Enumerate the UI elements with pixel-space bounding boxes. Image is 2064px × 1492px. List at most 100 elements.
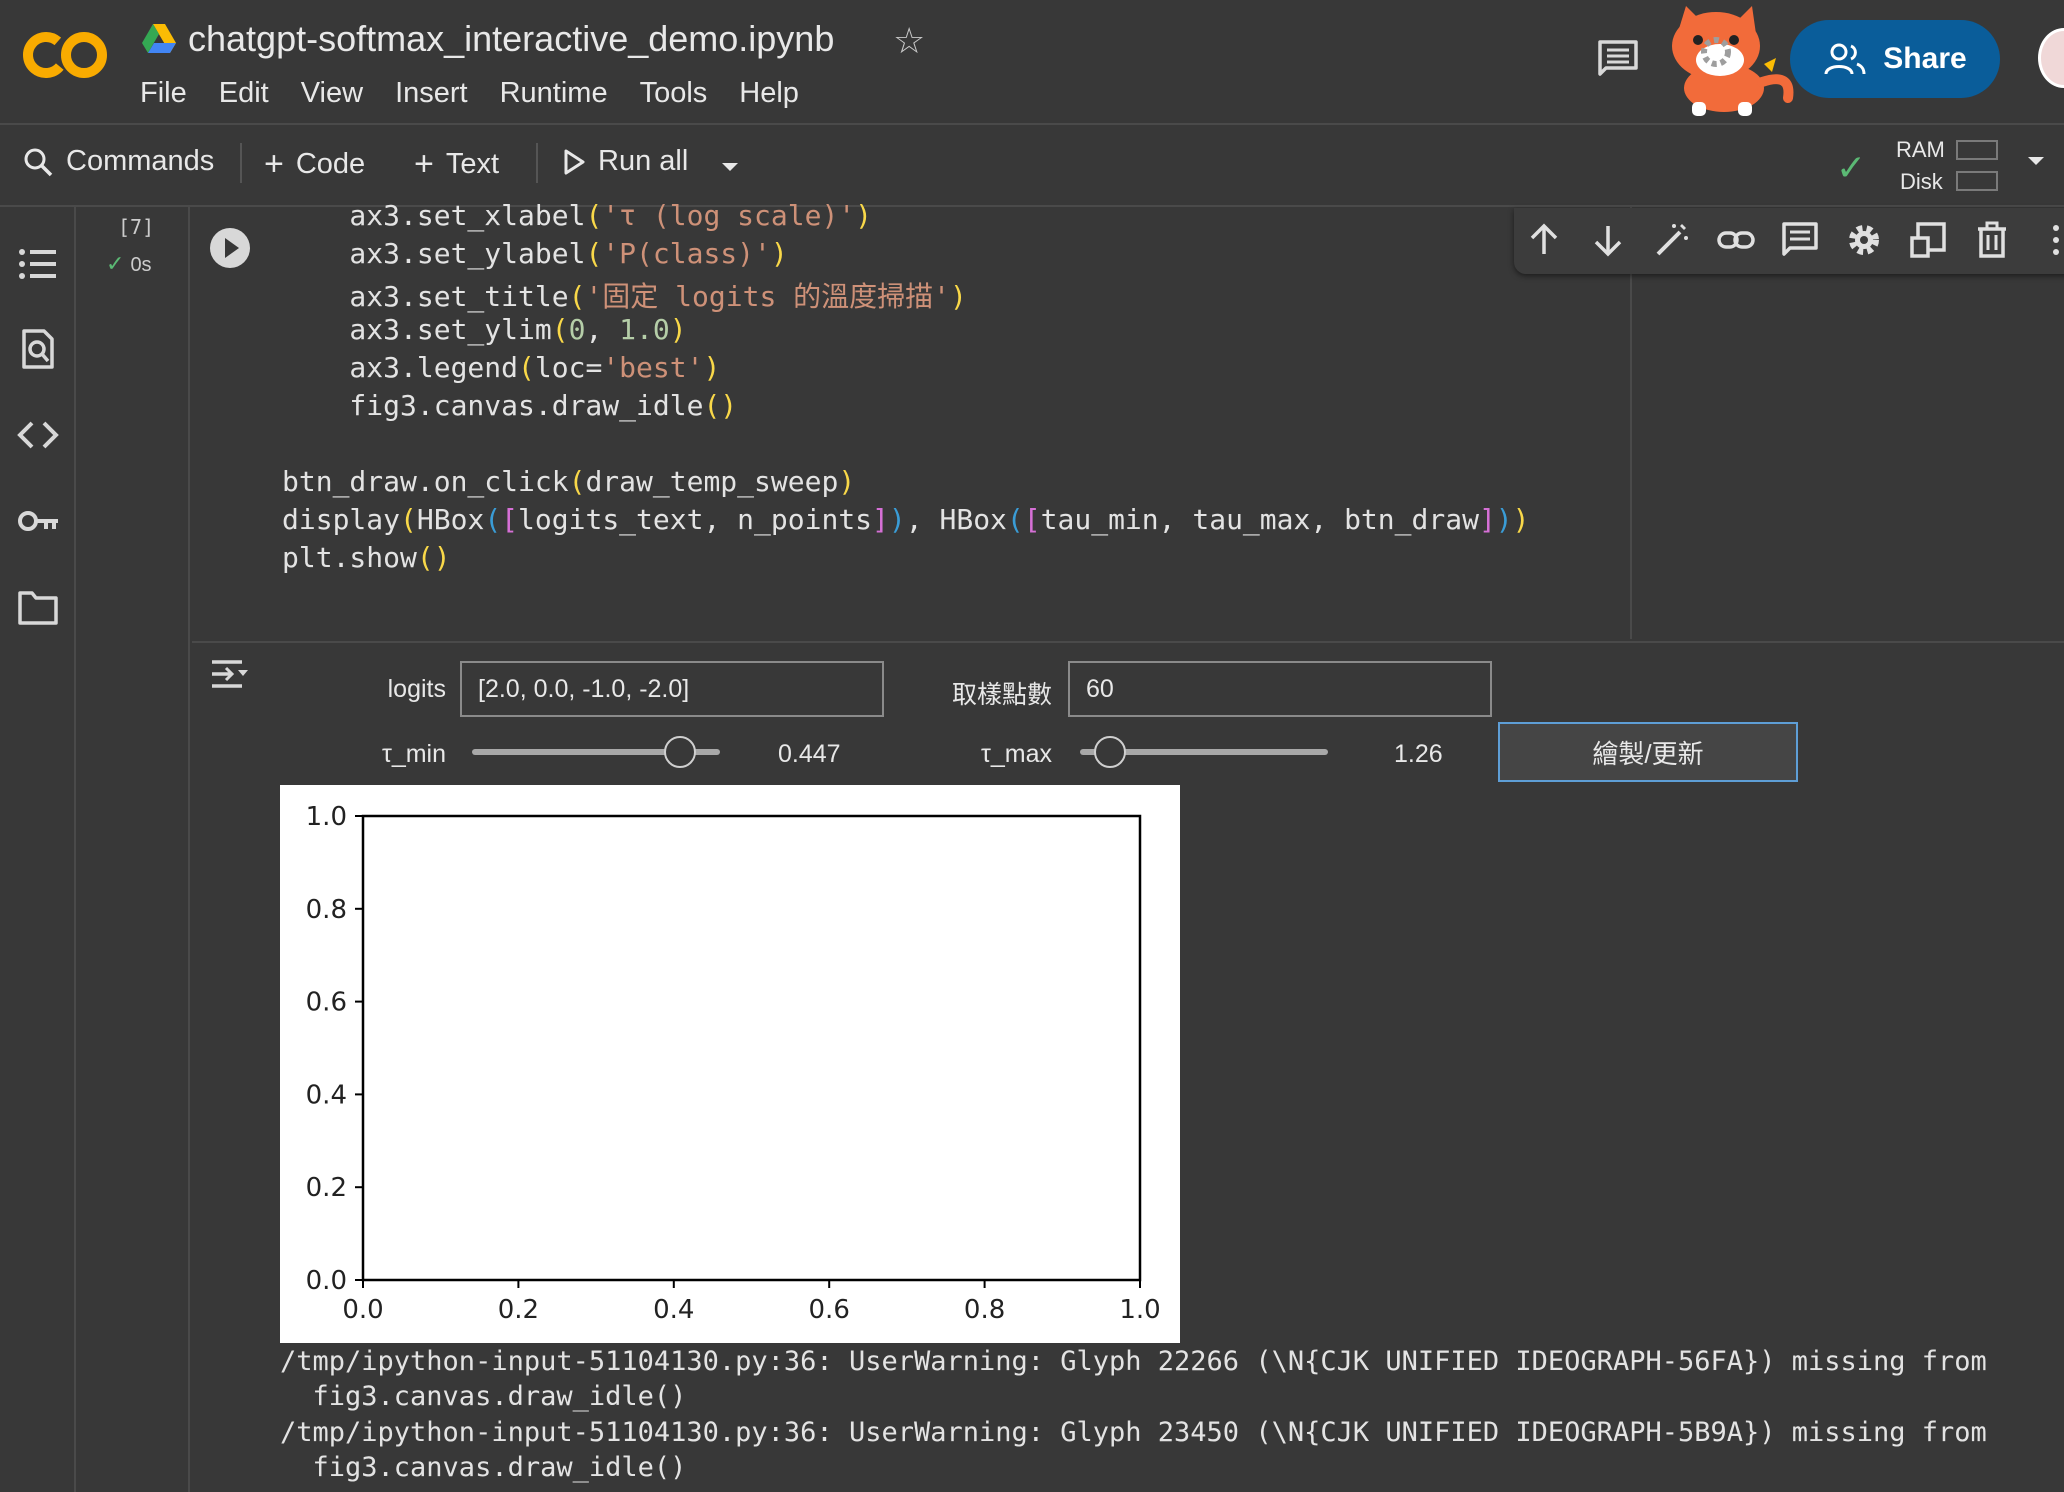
menu-view[interactable]: View — [301, 77, 363, 110]
code-editor[interactable]: ax3.set_xlabel('τ (log scale)') ax3.set_… — [192, 199, 1632, 639]
x-tick-label: 0.8 — [964, 1295, 1005, 1325]
warning-line: /tmp/ipython-input-51104130.py:36: UserW… — [280, 1417, 1987, 1448]
code-line: display(HBox([logits_text, n_points]), H… — [282, 503, 1530, 536]
code-line: ax3.set_ylim(0, 1.0) — [282, 313, 687, 346]
header-bar: chatgpt-softmax_interactive_demo.ipynb ☆… — [0, 0, 2064, 125]
code-line: ax3.set_ylabel('P(class)') — [282, 237, 788, 270]
search-icon — [24, 148, 53, 176]
cell-toolbar — [1514, 208, 2064, 274]
check-icon: ✓ — [106, 251, 125, 276]
toolbar-divider — [240, 143, 242, 183]
x-tick-label: 0.4 — [653, 1295, 694, 1325]
table-of-contents-icon[interactable] — [16, 243, 60, 287]
execution-time: 0s — [130, 254, 152, 276]
add-text-button[interactable]: + Text — [414, 145, 499, 184]
chevron-down-icon[interactable] — [720, 161, 740, 173]
menu-help[interactable]: Help — [739, 77, 799, 110]
star-icon[interactable]: ☆ — [893, 20, 925, 62]
move-up-icon[interactable] — [1524, 220, 1564, 260]
tau-min-handle[interactable] — [664, 736, 697, 768]
comment-icon[interactable] — [1780, 220, 1820, 260]
add-code-button[interactable]: + Code — [264, 145, 365, 184]
mirror-cell-icon[interactable] — [1908, 220, 1948, 260]
menu-tools[interactable]: Tools — [640, 77, 708, 110]
tau-max-handle[interactable] — [1093, 736, 1126, 768]
edit-magic-icon[interactable] — [1652, 220, 1692, 260]
toolbar-divider — [536, 143, 538, 183]
y-tick-label: 0.4 — [306, 1080, 347, 1110]
tau-min-label: τ_min — [381, 740, 446, 768]
n-points-label: 取樣點數 — [951, 681, 1052, 709]
share-button[interactable]: Share — [1790, 20, 2000, 98]
link-icon[interactable] — [1716, 220, 1756, 260]
tau-min-value: 0.447 — [778, 740, 841, 768]
notebook-toolbar: Commands + Code + Text Run all ✓ RAM Dis… — [0, 125, 2064, 207]
y-tick-label: 0.2 — [306, 1173, 347, 1203]
output-divider — [192, 641, 2064, 643]
execution-count: [7] — [118, 215, 155, 239]
y-tick-label: 0.8 — [306, 895, 347, 925]
code-label: Code — [295, 148, 366, 180]
folder-icon[interactable] — [16, 585, 60, 629]
google-drive-icon[interactable] — [142, 24, 176, 54]
x-tick-label: 0.0 — [342, 1295, 383, 1325]
code-line: fig3.canvas.draw_idle() — [282, 389, 738, 422]
x-tick-label: 1.0 — [1119, 1295, 1160, 1325]
code-line: btn_draw.on_click(draw_temp_sweep) — [282, 465, 856, 498]
warning-line: fig3.canvas.draw_idle() — [280, 1452, 687, 1483]
menu-file[interactable]: File — [140, 77, 187, 110]
y-tick-label: 0.0 — [306, 1266, 347, 1296]
warning-line: /tmp/ipython-input-51104130.py:36: UserW… — [280, 1346, 1987, 1377]
temperature-sweep-figure: 0.0 0.2 0.4 0.6 0.8 1.0 0.0 0.2 0.4 0.6 0.8 1.0 — [280, 785, 1180, 1343]
cell-gutter: [7] ✓ 0s — [78, 207, 190, 1492]
tau-max-value: 1.26 — [1394, 740, 1443, 768]
find-replace-icon[interactable] — [16, 327, 60, 371]
user-avatar[interactable] — [2038, 28, 2064, 88]
code-line: plt.show() — [282, 541, 451, 574]
x-tick-label: 0.6 — [809, 1295, 850, 1325]
warning-line: fig3.canvas.draw_idle() — [280, 1381, 687, 1412]
output-toggle-icon[interactable] — [208, 656, 250, 694]
n-points-input[interactable]: 60 — [1068, 661, 1492, 717]
draw-update-button[interactable]: 繪製/更新 — [1498, 722, 1798, 782]
commands-label: Commands — [66, 145, 215, 177]
trash-icon[interactable] — [1972, 220, 2012, 260]
menu-insert[interactable]: Insert — [395, 77, 468, 110]
gear-icon[interactable] — [1844, 220, 1884, 260]
run-all-label: Run all — [598, 145, 689, 177]
connected-check-icon: ✓ — [1836, 147, 1867, 188]
menu-runtime[interactable]: Runtime — [500, 77, 608, 110]
execution-status: ✓ 0s — [106, 251, 152, 277]
chart-svg: 0.0 0.2 0.4 0.6 0.8 1.0 0.0 0.2 0.4 0.6 0.8 1.0 — [306, 802, 1161, 1325]
more-vert-icon[interactable] — [2036, 220, 2064, 260]
ram-usage-bar[interactable] — [1956, 140, 1998, 160]
text-label: Text — [445, 148, 500, 180]
disk-usage-bar[interactable] — [1956, 171, 1998, 191]
commands-button[interactable]: Commands — [22, 145, 214, 178]
chevron-down-icon[interactable] — [2026, 155, 2046, 167]
play-outline-icon — [564, 149, 585, 174]
share-label: Share — [1883, 42, 1967, 75]
colab-logo[interactable] — [22, 28, 108, 82]
plot-frame — [361, 814, 1142, 1282]
menu-edit[interactable]: Edit — [219, 77, 269, 110]
run-all-button[interactable]: Run all — [562, 145, 688, 178]
tau-max-label: τ_max — [980, 740, 1052, 768]
logits-input[interactable]: [2.0, 0.0, -1.0, -2.0] — [460, 661, 884, 717]
code-line: ax3.set_xlabel('τ (log scale)') — [282, 199, 873, 232]
code-snippets-icon[interactable] — [16, 413, 60, 457]
x-tick-label: 0.2 — [498, 1295, 539, 1325]
secrets-key-icon[interactable] — [16, 499, 60, 543]
code-line: ax3.set_title('固定 logits 的溫度掃描') — [282, 280, 967, 313]
comments-icon[interactable] — [1596, 38, 1640, 78]
ram-label: RAM — [1896, 137, 1945, 162]
menu-bar: File Edit View Insert Runtime Tools Help — [140, 77, 831, 110]
plus-icon: + — [264, 145, 284, 183]
y-tick-label: 0.6 — [306, 988, 347, 1018]
notebook-title[interactable]: chatgpt-softmax_interactive_demo.ipynb — [188, 18, 834, 60]
left-sidebar — [0, 207, 76, 1492]
move-down-icon[interactable] — [1588, 220, 1628, 260]
people-icon — [1824, 43, 1866, 75]
disk-label: Disk — [1900, 169, 1943, 194]
code-line: ax3.legend(loc='best') — [282, 351, 721, 384]
